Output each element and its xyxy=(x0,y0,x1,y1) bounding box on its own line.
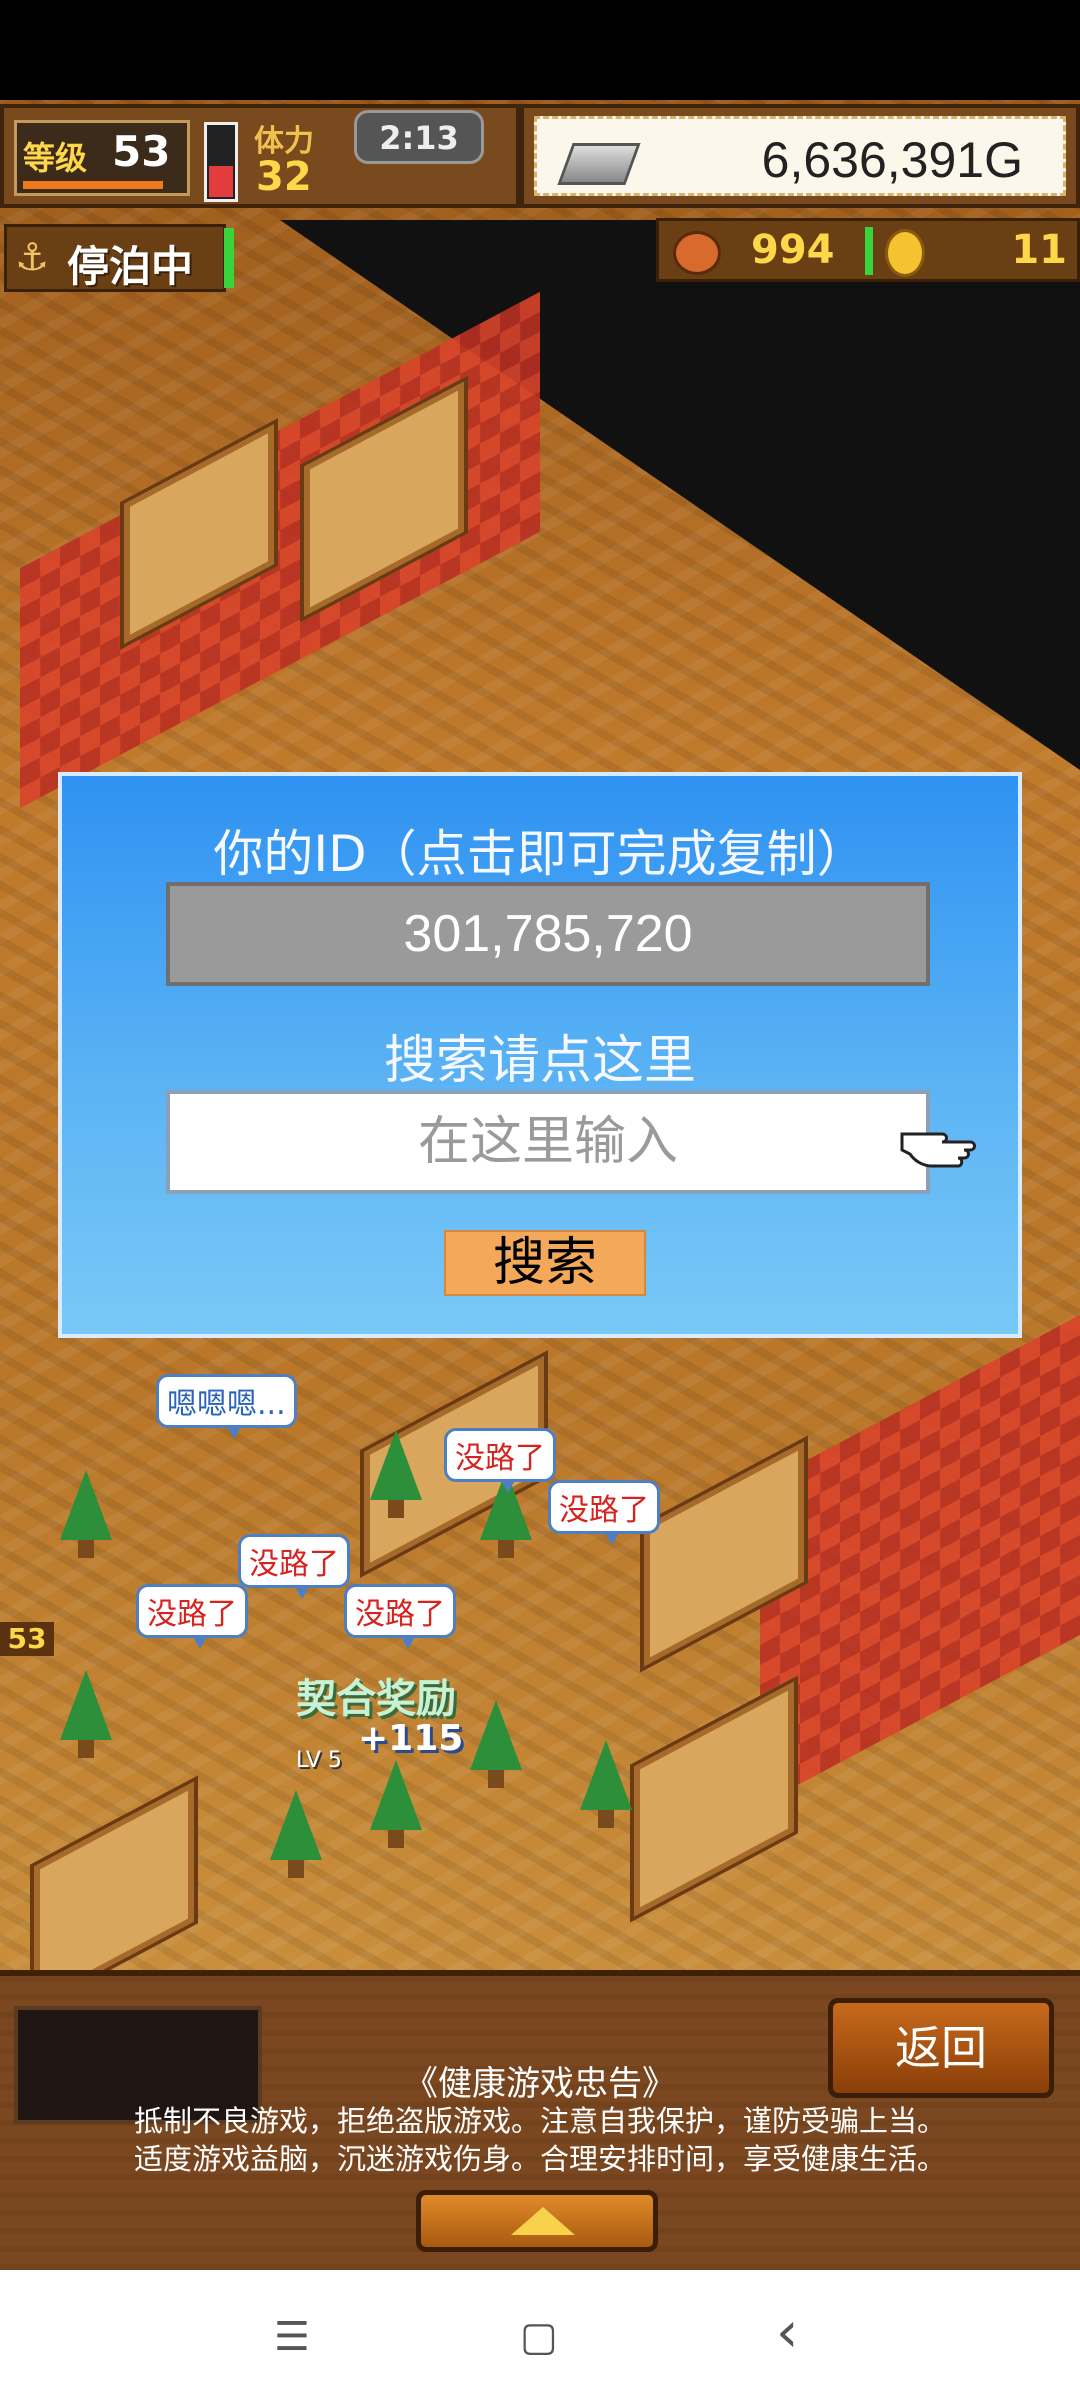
player-id-copy-box[interactable]: 301,785,720 xyxy=(166,882,930,986)
pointing-hand-icon xyxy=(900,1132,976,1168)
speech-bubble: 没路了 xyxy=(444,1428,556,1493)
tree xyxy=(370,1760,422,1848)
tree xyxy=(470,1700,522,1788)
speech-bubble: 没路了 xyxy=(136,1584,248,1649)
stamina-gauge xyxy=(204,122,238,202)
status-bar xyxy=(0,0,1080,100)
arrow-up-icon xyxy=(511,2207,575,2235)
resource-indicator xyxy=(865,227,873,275)
resource-bar: 994 11 xyxy=(656,218,1080,282)
bottom-panel: 返回 《健康游戏忠告》 抵制不良游戏，拒绝盗版游戏。注意自我保护，谨防受骗上当。… xyxy=(0,1970,1080,2270)
tree xyxy=(60,1470,112,1558)
search-button[interactable]: 搜索 xyxy=(444,1230,646,1296)
dock-indicator xyxy=(224,228,234,288)
search-input[interactable]: 在这里输入 xyxy=(166,1090,930,1194)
gold-bar-icon xyxy=(557,143,641,185)
home-icon[interactable]: ▢ xyxy=(520,2314,558,2360)
reward-value: +115 xyxy=(358,1718,464,1759)
gold-panel[interactable]: 6,636,391G xyxy=(520,104,1080,208)
room[interactable] xyxy=(630,1675,798,1923)
dock-status-label: 停泊中 xyxy=(67,242,194,291)
medal-icon xyxy=(885,229,925,277)
search-title: 搜索请点这里 xyxy=(383,1031,696,1091)
speech-bubble: 没路了 xyxy=(238,1534,350,1599)
speech-bubble: 没路了 xyxy=(344,1584,456,1649)
id-search-dialog: 你的ID（点击即可完成复制） 301,785,720 搜索请点这里 在这里输入 … xyxy=(58,772,1022,1338)
system-nav-bar: ☰ ▢ ‹ xyxy=(0,2270,1080,2400)
food-icon xyxy=(673,231,721,275)
stamina-timer: 2:13 xyxy=(354,110,484,164)
gold-value: 6,636,391G xyxy=(761,132,1023,188)
reward-label: 契合奖励 xyxy=(296,1676,456,1722)
dialog-title: 你的ID（点击即可完成复制） xyxy=(213,825,867,883)
food-value: 994 xyxy=(751,227,835,273)
character-level-tag: LV 5 xyxy=(296,1748,342,1773)
stamina-value: 32 xyxy=(256,154,312,200)
level-badge: 等级 53 xyxy=(14,120,190,196)
dock-status[interactable]: ⚓ 停泊中 xyxy=(4,224,226,292)
player-stats-panel: 等级 53 体力 32 2:13 xyxy=(0,104,520,208)
tree xyxy=(270,1790,322,1878)
expand-up-button[interactable] xyxy=(416,2190,658,2252)
health-advice-line-2: 适度游戏益脑，沉迷游戏伤身。合理安排时间，享受健康生活。 xyxy=(133,2142,946,2176)
health-advice-line-1: 抵制不良游戏，拒绝盗版游戏。注意自我保护，谨防受骗上当。 xyxy=(133,2104,946,2138)
level-value: 53 xyxy=(112,127,171,176)
back-icon[interactable]: ‹ xyxy=(776,2300,798,2365)
red-carpet xyxy=(760,1314,1080,1806)
speech-bubble: 嗯嗯嗯... xyxy=(156,1374,297,1439)
menu-icon[interactable]: ☰ xyxy=(274,2314,310,2360)
level-label: 等级 xyxy=(23,139,88,177)
tree xyxy=(60,1670,112,1758)
tree xyxy=(370,1430,422,1518)
side-level-badge: 53 xyxy=(0,1622,54,1656)
tree xyxy=(580,1740,632,1828)
room[interactable] xyxy=(30,1775,198,1970)
exp-bar xyxy=(23,181,163,189)
medal-value: 11 xyxy=(1011,227,1067,273)
anchor-icon: ⚓ xyxy=(15,235,50,279)
speech-bubble: 没路了 xyxy=(548,1480,660,1545)
